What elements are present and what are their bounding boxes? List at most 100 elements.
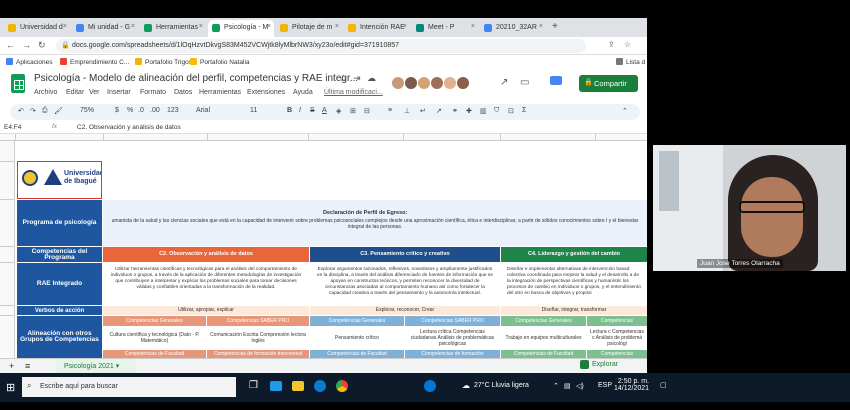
avatar[interactable] [456,76,470,90]
row-label-competencias[interactable]: Competencias del Programa [17,247,102,262]
university-logo-cell[interactable]: Universidad de Ibagué [17,161,102,199]
column-divider[interactable] [103,134,104,141]
menu-item[interactable]: Formato [140,89,166,96]
decimal-increase-icon[interactable]: .00 [150,107,160,114]
borders-icon[interactable]: ⊞ [350,107,356,115]
menu-item[interactable]: Datos [174,89,192,96]
avatar[interactable] [417,76,431,90]
menu-item[interactable]: Herramientas [199,89,241,96]
alineacion-header[interactable]: Competencias [587,316,647,326]
menu-item[interactable]: Extensiones [247,89,285,96]
last-edit-link[interactable]: Última modificaci... [324,89,383,96]
tray-up-icon[interactable]: ⌃ [553,382,559,390]
bookmark-item[interactable]: Portafolio Trigos [135,58,192,66]
volume-icon[interactable]: ◁) [576,382,584,390]
name-box[interactable]: E4:F4 [4,124,21,131]
rae-cell[interactable]: Diseñar e implementar alternativas de in… [501,263,647,305]
row-divider[interactable] [0,305,15,306]
weather-text[interactable]: 27°C Lluvia ligera [474,382,529,389]
collapse-toolbar-icon[interactable]: ⌃ [622,107,628,115]
bookmark-item[interactable]: Aplicaciones [6,58,53,66]
text-color-icon[interactable]: A [322,107,327,114]
alineacion-value[interactable]: Trabajo en equipos multiculturales [501,327,586,349]
alineacion-header[interactable]: Competencias Generales [501,316,586,326]
bold-icon[interactable]: B [287,107,292,114]
share-button[interactable]: 🔒 Compartir [579,75,638,92]
notifications-icon[interactable]: ▢ [660,381,667,389]
avatar[interactable] [443,76,457,90]
reload-icon[interactable]: ↻ [38,40,46,51]
alineacion-value[interactable]: Comunicación Escrita Comprensión lectora… [207,327,309,349]
column-divider[interactable] [15,134,16,141]
insert-chart-icon[interactable]: ▥ [480,107,487,115]
redo-icon[interactable]: ↷ [30,107,36,115]
forward-icon[interactable]: → [22,40,31,50]
document-title[interactable]: Psicología - Modelo de alineación del pe… [34,73,358,84]
language-indicator[interactable]: ESP [598,382,612,389]
row-divider[interactable] [0,161,15,162]
move-folder-icon[interactable]: ⇥ [353,73,361,84]
sheet-tab-active[interactable]: Psicología 2021 ▾ [56,359,136,373]
add-sheet-icon[interactable]: + [9,361,14,371]
competencias-extra-header[interactable]: Competencias de formación [405,350,500,358]
competencias-extra-header[interactable]: Competencias de Facultad [501,350,586,358]
zoom-select[interactable]: 75% [80,107,94,114]
perfil-egreso-cell[interactable]: Declaración de Perfil de Egreso: umanist… [103,200,647,246]
meet-present-icon[interactable] [550,76,562,85]
undo-icon[interactable]: ↶ [18,107,24,115]
row-divider[interactable] [0,262,15,263]
column-divider[interactable] [308,134,309,141]
competencias-extra-header[interactable]: Competencias [587,350,647,358]
alineacion-value[interactable]: Pensamiento crítico [310,327,404,349]
alineacion-header[interactable]: Competencias SABER PRO [207,316,309,326]
bookmark-item[interactable]: Emprendimiento C... [60,58,129,66]
star-icon[interactable]: ☆ [339,73,347,84]
avatar[interactable] [404,76,418,90]
column-divider[interactable] [595,134,596,141]
browser-tab[interactable]: Universidad d × [4,20,70,37]
competencia-header[interactable]: C3. Pensamiento crítico y creativo [310,247,500,262]
alineacion-value[interactable]: Cultura científica y tecnológica (Dato -… [103,327,206,349]
row-label-programa[interactable]: Programa de psicología [17,200,102,246]
italic-icon[interactable]: I [299,107,301,114]
rae-cell[interactable]: Explorar argumentos razonados, reflexivo… [310,263,500,305]
column-divider[interactable] [403,134,404,141]
spreadsheet-grid[interactable]: Universidad de Ibagué Programa de psicol… [15,141,647,358]
new-tab-icon[interactable]: + [552,21,558,32]
comment-icon[interactable]: ▭ [520,77,529,88]
bookmark-item[interactable]: Lista d [616,58,645,66]
avatar[interactable] [391,76,405,90]
url-field[interactable]: 🔒 docs.google.com/spreadsheets/d/1lOqHzv… [56,39,586,53]
app-pinned-icon[interactable] [424,380,436,392]
bookmark-item[interactable]: Portafolio Natalia [190,58,250,66]
menu-item[interactable]: Ayuda [293,89,313,96]
windows-start-icon[interactable]: ⊞ [6,381,15,394]
task-view-icon[interactable]: ❐ [249,380,258,391]
app-mail-icon[interactable] [270,381,282,391]
merge-cells-icon[interactable]: ⊟ [364,107,370,115]
browser-tab[interactable]: Meet - P × [412,20,478,37]
competencias-extra-header[interactable]: Competencias de Facultad [310,350,404,358]
browser-tab[interactable]: Mi unidad - G × [72,20,138,37]
strikethrough-icon[interactable]: S [310,107,315,114]
print-icon[interactable]: ⎙ [42,107,48,115]
column-divider[interactable] [500,134,501,141]
back-icon[interactable]: ← [6,40,15,50]
row-divider[interactable] [0,315,15,316]
vertical-align-icon[interactable]: ⊥ [404,107,410,115]
all-sheets-icon[interactable]: ≡ [25,361,30,371]
alineacion-header[interactable]: Competencias Generales [103,316,206,326]
verbos-cell[interactable]: Diseñar, integrar, transformar [501,306,647,315]
competencia-header[interactable]: C2. Observación y análisis de datos [103,247,309,262]
alineacion-value[interactable]: Lectura c Competencias c Análisis de pro… [587,327,647,349]
row-label-verbos[interactable]: Verbos de acción [17,306,102,315]
browser-tab[interactable]: Pilotaje de m × [276,20,342,37]
rae-cell[interactable]: Utilizar herramientas científicas y tecn… [103,263,309,305]
verbos-cell[interactable]: Utilizar, apropiar, explicar [103,306,309,315]
competencias-extra-header[interactable]: Competencias de formación transversal [207,350,309,358]
alineacion-header[interactable]: Competencias Generales [310,316,404,326]
activity-trend-icon[interactable]: ↗ [500,77,508,88]
alineacion-header[interactable]: Competencias SABER PRO [405,316,500,326]
explore-button[interactable]: Explorar [580,360,618,369]
tab-close-icon[interactable]: × [199,23,203,30]
